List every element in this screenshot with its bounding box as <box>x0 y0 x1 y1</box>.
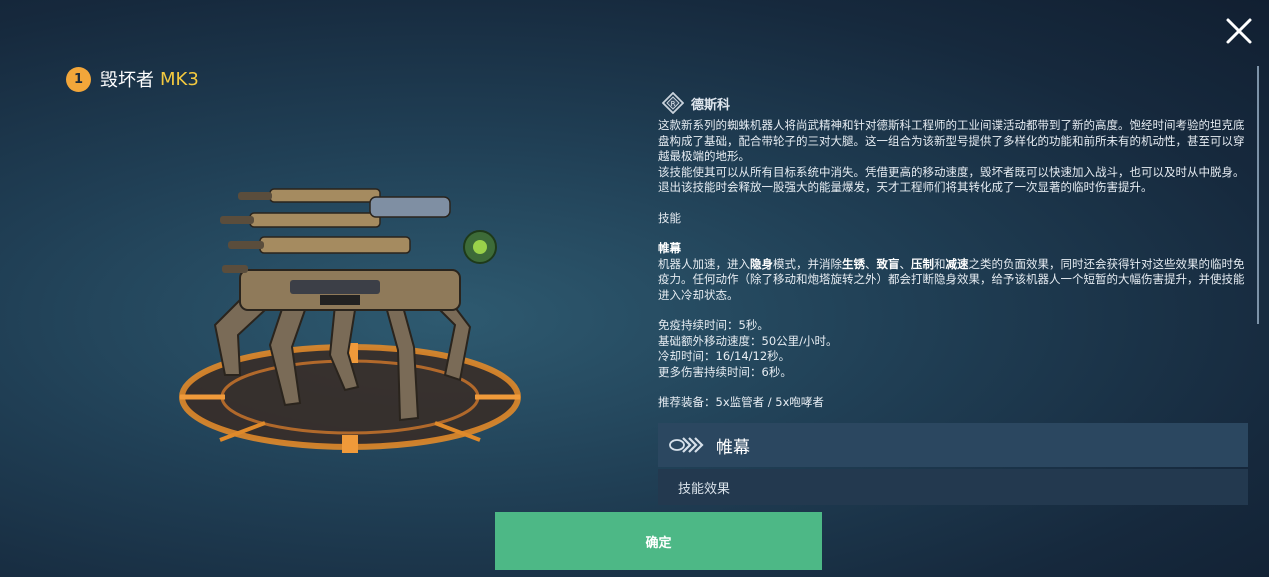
stat-line: 更多伤害持续时间：6秒。 <box>658 364 792 379</box>
faction-row: R 德斯科 <box>662 90 1250 116</box>
close-button[interactable] <box>1222 14 1256 48</box>
description-paragraph-1: 这款新系列的蜘蛛机器人将尚武精神和针对德斯科工程师的工业间谍活动都带到了新的高度… <box>658 118 1245 163</box>
robot-model-image <box>179 188 521 453</box>
robot-header: 1 毁坏者 MK3 <box>66 66 199 92</box>
recommended-equipment: 推荐装备：5x监管者 / 5x咆哮者 <box>658 395 824 409</box>
stat-line: 免疫持续时间：5秒。 <box>658 318 769 332</box>
ability-chevrons-icon <box>669 437 704 453</box>
confirm-button[interactable]: 确定 <box>495 512 822 570</box>
skill-name: 帷幕 <box>658 241 681 255</box>
ability-effect-row[interactable]: 技能效果 <box>658 469 1248 505</box>
robot-grade: MK3 <box>160 68 199 90</box>
svg-text:R: R <box>671 100 676 108</box>
scrollbar[interactable] <box>1257 66 1259 324</box>
description-paragraph-2: 该技能使其可以从所有目标系统中消失。凭借更高的移动速度，毁坏者既可以快速加入战斗… <box>658 164 1245 195</box>
ability-effect-label: 技能效果 <box>678 481 731 497</box>
stat-line: 冷却时间：16/14/12秒。 <box>658 349 791 363</box>
ability-card[interactable]: 帷幕 <box>658 423 1248 467</box>
faction-name: 德斯科 <box>691 97 731 113</box>
stat-line: 基础额外移动速度：50公里/小时。 <box>658 333 838 348</box>
rank-badge: 1 <box>66 66 91 92</box>
ability-title: 帷幕 <box>716 437 750 458</box>
description-panel[interactable]: R 德斯科 这款新系列的蜘蛛机器人将尚武精神和针对德斯科工程师的工业间谍活动都带… <box>658 90 1250 505</box>
description-text: 这款新系列的蜘蛛机器人将尚武精神和针对德斯科工程师的工业间谍活动都带到了新的高度… <box>658 118 1250 411</box>
close-icon <box>1226 18 1252 44</box>
skills-heading: 技能 <box>658 210 681 225</box>
dexxc-faction-icon: R <box>662 92 684 114</box>
robot-name: 毁坏者 <box>100 70 154 91</box>
skill-description: 机器人加速，进入隐身模式，并消除生锈、致盲、压制和减速之类的负面效果，同时还会获… <box>658 256 1245 302</box>
